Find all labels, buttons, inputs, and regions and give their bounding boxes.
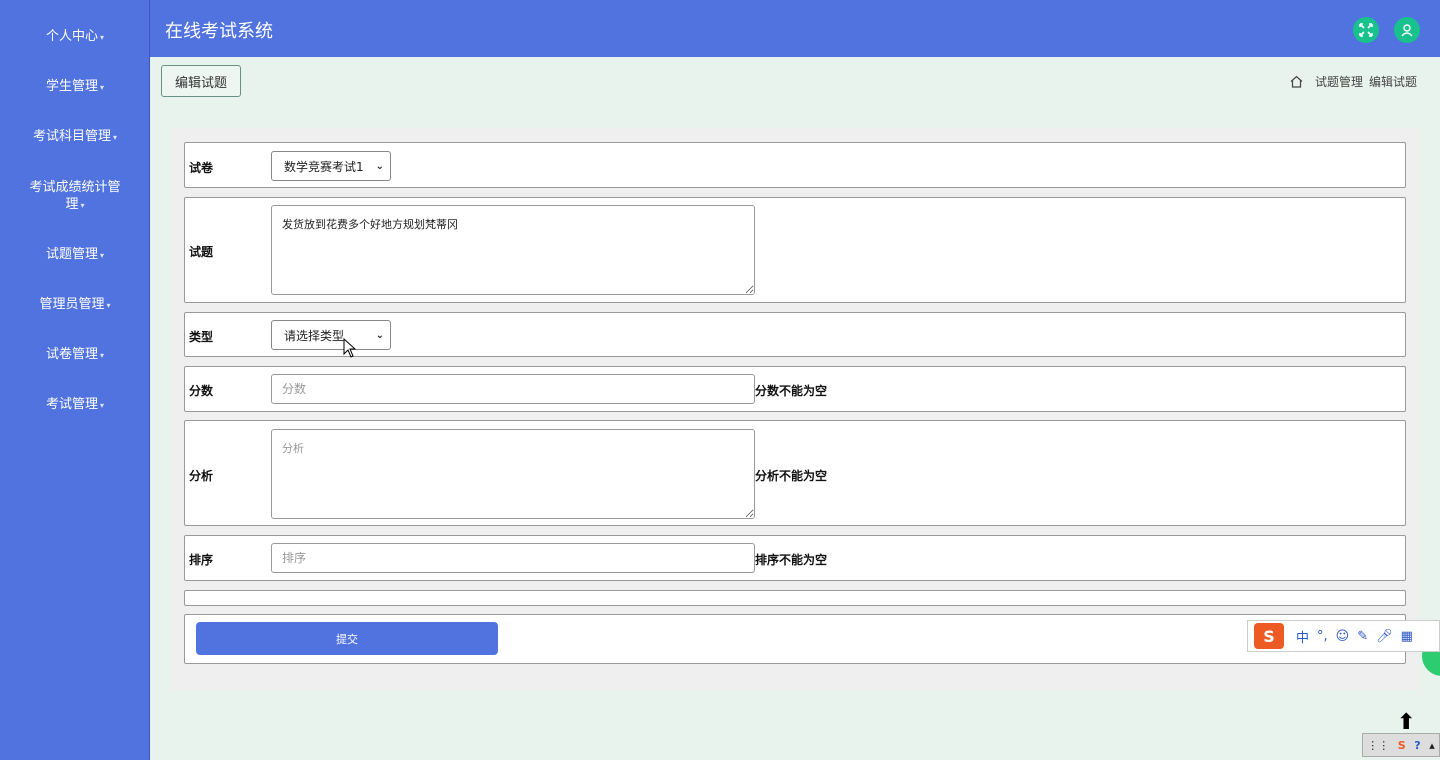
sidebar-item-label: 试题管理 (45, 247, 98, 262)
breadcrumb-item[interactable]: 试题管理 (1315, 73, 1363, 90)
tray-menu-icon[interactable]: ▴ (1429, 739, 1435, 752)
mouse-cursor-icon (343, 338, 357, 358)
caret-down-icon: ▾ (100, 83, 105, 92)
sidebar-item-label: 个人中心 (45, 29, 98, 44)
sidebar-item-label: 考试科目管理 (32, 129, 111, 144)
order-error: 排序不能为空 (755, 553, 828, 567)
fullscreen-button[interactable] (1353, 17, 1379, 43)
user-icon (1401, 24, 1413, 37)
type-label: 类型 (189, 330, 214, 344)
analysis-error: 分析不能为空 (755, 469, 828, 483)
sogou-logo-icon[interactable]: S (1254, 623, 1284, 649)
app-title: 在线考试系统 (165, 21, 273, 42)
score-error: 分数不能为空 (755, 384, 828, 398)
caret-down-icon: ▾ (100, 33, 105, 42)
caret-down-icon: ▾ (106, 301, 111, 310)
caret-down-icon: ▾ (80, 201, 85, 210)
question-label: 试题 (189, 245, 214, 259)
sidebar-item-label: 考试管理 (45, 397, 98, 412)
type-select[interactable]: 请选择类型 ⌄ (271, 320, 391, 350)
sidebar-item-label: 学生管理 (45, 79, 98, 94)
breadcrumb-item: 编辑试题 (1368, 75, 1417, 89)
analysis-label: 分析 (189, 469, 214, 483)
caret-down-icon: ▾ (100, 351, 105, 360)
chevron-down-icon: ⌄ (375, 160, 384, 172)
paper-select[interactable]: 数学竞赛考试1 ⌄ (271, 151, 391, 181)
sogou-tray-icon[interactable]: S (1398, 739, 1406, 752)
question-textarea[interactable] (271, 205, 755, 295)
ime-punct-toggle[interactable]: °, (1317, 629, 1328, 644)
paper-select-value: 数学竞赛考试1 (284, 159, 364, 174)
ime-toolbar: S 中 °, ☺ ✎ 🎤︎ ▦ (1247, 620, 1440, 652)
paper-label: 试卷 (189, 161, 214, 175)
pen-icon[interactable]: ✎ (1357, 629, 1368, 644)
home-icon[interactable] (1290, 75, 1303, 88)
caret-down-icon: ▾ (100, 251, 105, 260)
system-tray: ⋮⋮ S ? ▴ (1362, 733, 1440, 757)
sidebar-item-subject-management[interactable]: 考试科目管理 ▾ (0, 128, 150, 146)
caret-down-icon: ▾ (100, 401, 105, 410)
score-input[interactable] (271, 374, 755, 404)
caret-down-icon: ▾ (113, 133, 118, 142)
grip-icon: ⋮⋮ (1367, 738, 1390, 752)
sidebar-item-label: 管理员管理 (39, 297, 105, 312)
form-row-empty (184, 590, 1406, 606)
tab-edit-question[interactable]: 编辑试题 (161, 65, 241, 97)
order-input[interactable] (271, 543, 755, 573)
sidebar-item-score-statistics[interactable]: 考试成绩统计管理 ▾ (0, 179, 150, 214)
sidebar-item-paper-management[interactable]: 试卷管理 ▾ (0, 346, 150, 364)
expand-icon (1359, 23, 1373, 37)
sidebar-item-admin-management[interactable]: 管理员管理 ▾ (0, 296, 150, 314)
ime-mode-toggle[interactable]: 中 (1296, 627, 1309, 646)
sidebar: 个人中心 ▾ 学生管理 ▾ 考试科目管理 ▾ 考试成绩统计管理 ▾ 试题管理 ▾ 管理员管… (0, 0, 150, 760)
sidebar-item-label: 试卷管理 (45, 347, 98, 362)
breadcrumb: 试题管理 编辑试题 (1290, 73, 1417, 90)
sidebar-item-exam-management[interactable]: 考试管理 ▾ (0, 396, 150, 414)
microphone-icon[interactable]: 🎤︎ (1376, 629, 1393, 644)
submit-button[interactable]: 提交 (196, 622, 498, 655)
tab-label: 编辑试题 (174, 75, 227, 91)
score-label: 分数 (189, 384, 214, 398)
order-label: 排序 (189, 553, 214, 567)
sidebar-item-label: 考试成绩统计管理 (29, 180, 121, 212)
sidebar-item-personal-center[interactable]: 个人中心 ▾ (0, 28, 150, 46)
sidebar-item-student-management[interactable]: 学生管理 ▾ (0, 78, 150, 96)
submit-label: 提交 (336, 633, 358, 646)
emoji-icon[interactable]: ☺ (1336, 629, 1350, 644)
help-icon[interactable]: ? (1414, 739, 1420, 752)
scroll-top-icon[interactable]: ⬆ (1397, 710, 1415, 735)
user-button[interactable] (1394, 17, 1420, 43)
sidebar-item-question-management[interactable]: 试题管理 ▾ (0, 246, 150, 264)
analysis-textarea[interactable] (271, 429, 755, 519)
chevron-down-icon: ⌄ (375, 329, 384, 341)
grid-menu-icon[interactable]: ▦ (1401, 629, 1413, 644)
top-header: 在线考试系统 (150, 0, 1440, 57)
type-select-value: 请选择类型 (284, 328, 345, 343)
